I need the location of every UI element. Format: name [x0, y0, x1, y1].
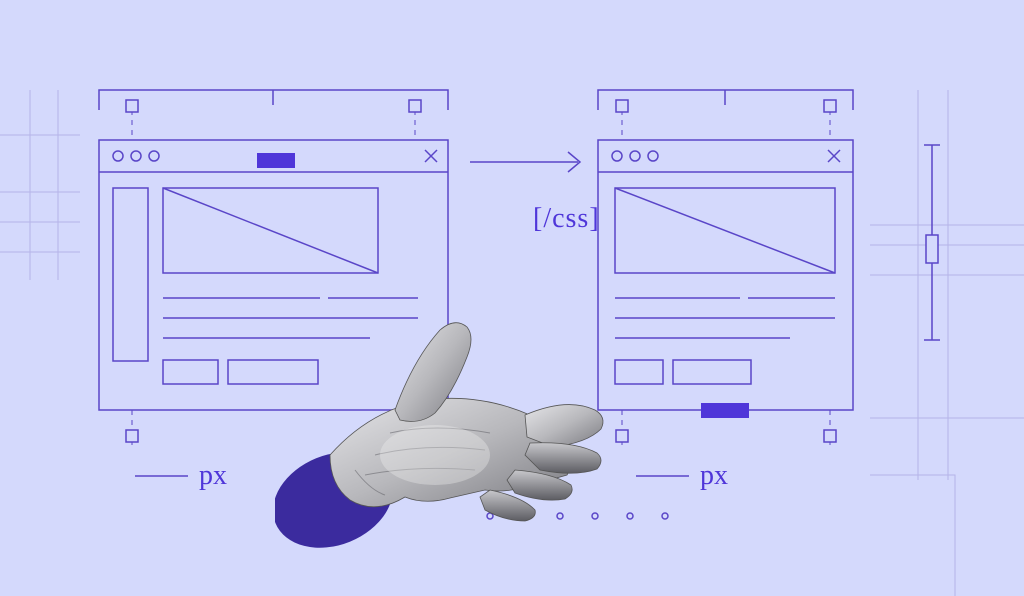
slider-icon [924, 145, 940, 340]
hand-illustration [275, 315, 615, 565]
window-right [598, 100, 853, 450]
top-bracket-left [99, 90, 448, 110]
diagram-canvas: [/css] px px [0, 0, 1024, 596]
accent-tab [701, 403, 749, 418]
px-label-left: px [199, 460, 227, 492]
px-label-right: px [700, 460, 728, 492]
top-bracket-right [598, 90, 853, 110]
accent-tab [257, 153, 295, 168]
arrow-right-icon [470, 152, 580, 172]
css-label: [/css] [533, 203, 600, 235]
